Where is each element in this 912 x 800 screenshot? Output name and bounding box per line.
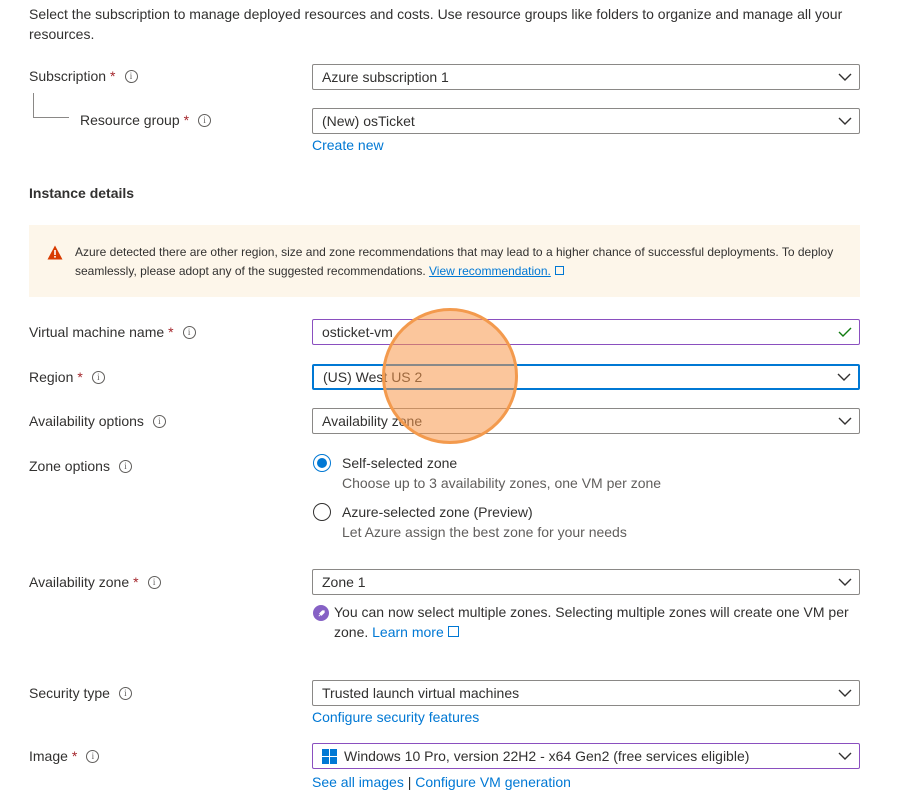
region-label: Region	[29, 369, 74, 385]
external-link-icon	[447, 626, 459, 637]
security-type-label: Security type	[29, 685, 110, 701]
info-icon[interactable]: i	[118, 459, 132, 473]
image-dropdown[interactable]: Windows 10 Pro, version 22H2 - x64 Gen2 …	[312, 743, 860, 769]
checkmark-icon	[831, 327, 859, 337]
required-marker: *	[183, 112, 190, 128]
image-label-row: Image * i	[29, 748, 100, 764]
subscription-label-row: Subscription * i	[29, 68, 138, 84]
image-value: Windows 10 Pro, version 22H2 - x64 Gen2 …	[344, 748, 750, 764]
link-separator: |	[407, 774, 412, 790]
vm-name-label-row: Virtual machine name * i	[29, 324, 196, 340]
region-dropdown[interactable]: (US) West US 2	[312, 364, 860, 390]
intro-text: Select the subscription to manage deploy…	[29, 6, 843, 42]
required-marker: *	[77, 369, 83, 385]
info-icon[interactable]: i	[91, 370, 105, 384]
availability-options-value: Availability zone	[322, 413, 423, 429]
resource-group-value: (New) osTicket	[322, 113, 415, 129]
required-marker: *	[133, 574, 139, 590]
vm-name-input[interactable]: osticket-vm	[312, 319, 860, 345]
info-icon[interactable]: i	[86, 749, 100, 763]
radio-azure-selected-zone[interactable]	[313, 503, 331, 521]
info-icon[interactable]: i	[182, 325, 196, 339]
resource-group-label-row: Resource group * i	[80, 112, 212, 128]
subscription-dropdown[interactable]: Azure subscription 1	[312, 64, 860, 90]
external-link-icon	[554, 266, 564, 275]
chevron-down-icon	[831, 689, 859, 697]
vm-name-value: osticket-vm	[322, 324, 393, 340]
subscription-label: Subscription	[29, 68, 107, 84]
availability-zone-value: Zone 1	[322, 574, 366, 590]
configure-vm-generation-link[interactable]: Configure VM generation	[415, 774, 571, 790]
azure-selected-zone-label: Azure-selected zone (Preview)	[342, 504, 533, 520]
chevron-down-icon	[831, 578, 859, 586]
info-icon[interactable]: i	[147, 575, 161, 589]
see-all-images-link[interactable]: See all images	[312, 774, 404, 790]
security-type-value: Trusted launch virtual machines	[322, 685, 520, 701]
security-type-label-row: Security type i	[29, 685, 132, 701]
availability-options-dropdown[interactable]: Availability zone	[312, 408, 860, 434]
availability-zone-dropdown[interactable]: Zone 1	[312, 569, 860, 595]
image-label: Image	[29, 748, 68, 764]
tree-connector-vertical	[33, 93, 34, 117]
resource-group-label: Resource group	[80, 112, 180, 128]
self-selected-zone-label: Self-selected zone	[342, 455, 458, 471]
image-links: See all images | Configure VM generation	[312, 774, 571, 790]
rocket-icon	[313, 605, 329, 621]
vm-name-label: Virtual machine name	[29, 324, 165, 340]
multi-zone-note: You can now select multiple zones. Selec…	[334, 602, 864, 642]
azure-selected-zone-description: Let Azure assign the best zone for your …	[342, 524, 627, 540]
info-icon[interactable]: i	[118, 686, 132, 700]
warning-icon	[47, 245, 63, 260]
availability-options-label: Availability options	[29, 413, 144, 429]
resource-group-dropdown[interactable]: (New) osTicket	[312, 108, 860, 134]
required-marker: *	[71, 748, 78, 764]
section-title-instance-details: Instance details	[29, 185, 135, 201]
warning-text-block: Azure detected there are other region, s…	[75, 243, 835, 281]
chevron-down-icon	[831, 73, 859, 81]
tree-connector-horizontal	[33, 117, 69, 118]
self-selected-zone-description: Choose up to 3 availability zones, one V…	[342, 475, 662, 491]
required-marker: *	[168, 324, 174, 340]
configure-security-features-link[interactable]: Configure security features	[312, 709, 479, 725]
region-value: (US) West US 2	[323, 369, 423, 385]
chevron-down-icon	[831, 117, 859, 125]
radio-self-selected-zone[interactable]	[313, 454, 331, 472]
chevron-down-icon	[831, 417, 859, 425]
zone-options-label-row: Zone options i	[29, 458, 132, 474]
subscription-value: Azure subscription 1	[322, 69, 449, 85]
region-label-row: Region * i	[29, 369, 105, 385]
recommendation-warning-banner: Azure detected there are other region, s…	[29, 225, 860, 297]
windows-logo-icon	[322, 748, 337, 764]
chevron-down-icon	[831, 752, 859, 760]
create-new-link[interactable]: Create new	[312, 137, 384, 153]
info-icon[interactable]: i	[124, 69, 138, 83]
availability-zone-label: Availability zone	[29, 574, 130, 590]
learn-more-link[interactable]: Learn more	[372, 624, 444, 640]
info-icon[interactable]: i	[152, 414, 166, 428]
chevron-down-icon	[830, 373, 858, 381]
info-icon[interactable]: i	[198, 113, 212, 127]
zone-options-label: Zone options	[29, 458, 110, 474]
availability-options-label-row: Availability options i	[29, 413, 166, 429]
security-type-dropdown[interactable]: Trusted launch virtual machines	[312, 680, 860, 706]
required-marker: *	[110, 68, 116, 84]
availability-zone-label-row: Availability zone * i	[29, 574, 161, 590]
view-recommendation-link[interactable]: View recommendation.	[429, 264, 551, 278]
